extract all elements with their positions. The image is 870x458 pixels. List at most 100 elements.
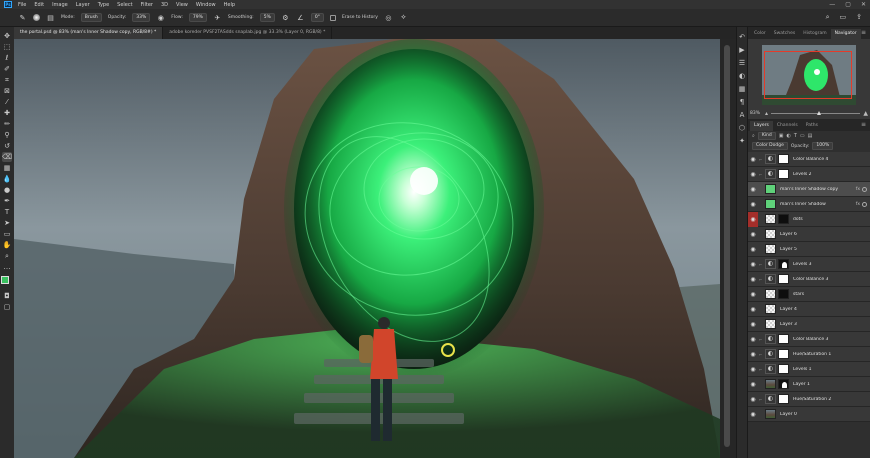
menu-layer[interactable]: Layer <box>76 2 90 8</box>
zoom-slider[interactable] <box>771 110 861 115</box>
search-icon[interactable]: ⌕ <box>826 13 830 22</box>
layer-row[interactable]: ◉ Layer 1 <box>748 377 870 392</box>
erase-to-history-checkbox[interactable] <box>329 14 336 21</box>
doc-tab-the-portal[interactable]: the portal.psd @ 83% (man's Inner Shadow… <box>14 27 164 39</box>
layer-name[interactable]: Hue/Saturation 1 <box>793 352 831 357</box>
pen-tool-icon[interactable]: ✒ <box>2 196 12 206</box>
history-brush-tool-icon[interactable]: ↺ <box>2 141 12 151</box>
frame-tool-icon[interactable]: ⊠ <box>2 86 12 96</box>
brush-preview-icon[interactable] <box>33 14 40 21</box>
pressure-opacity-icon[interactable]: ◉ <box>156 13 165 22</box>
layer-thumbnail[interactable] <box>765 379 776 389</box>
more-tools-icon[interactable]: … <box>2 262 12 272</box>
hand-tool-icon[interactable]: ✋ <box>2 240 12 250</box>
layer-mask-thumbnail[interactable] <box>778 289 789 299</box>
shape-tool-icon[interactable]: ▭ <box>2 229 12 239</box>
character-icon[interactable]: A <box>738 111 746 119</box>
opacity-input[interactable]: 33% <box>132 13 151 22</box>
zoom-tool-icon[interactable]: ⌕ <box>2 251 12 261</box>
styles-icon[interactable]: ⬡ <box>738 124 746 132</box>
layer-mask-thumbnail[interactable] <box>778 364 789 374</box>
adjustments-icon[interactable]: ◐ <box>738 72 746 80</box>
canvas-vertical-scrollbar[interactable] <box>720 39 736 458</box>
layer-mask-thumbnail[interactable] <box>778 379 789 389</box>
layer-row[interactable]: ◉ Layer 5 <box>748 242 870 257</box>
visibility-eye-icon[interactable]: ◉ <box>748 377 758 392</box>
layer-thumbnail[interactable] <box>765 244 776 254</box>
layer-thumbnail[interactable]: ◐ <box>765 169 776 179</box>
move-tool-icon[interactable]: ✥ <box>2 31 12 41</box>
layer-thumbnail[interactable]: ◐ <box>765 394 776 404</box>
lasso-tool-icon[interactable]: ℓ <box>2 53 12 63</box>
layer-effects-icon[interactable]: fx <box>856 187 860 192</box>
zoom-out-icon[interactable]: ▴ <box>765 110 768 117</box>
visibility-eye-icon[interactable]: ◉ <box>748 197 758 212</box>
foreground-color-swatch[interactable] <box>1 276 9 284</box>
quick-mask-icon[interactable]: ◘ <box>2 291 12 301</box>
layer-thumbnail[interactable]: ◐ <box>765 274 776 284</box>
layer-thumbnail[interactable] <box>765 304 776 314</box>
layer-name[interactable]: Color Balance 4 <box>793 157 828 162</box>
visibility-eye-icon[interactable]: ◉ <box>748 347 758 362</box>
menu-image[interactable]: Image <box>52 2 68 8</box>
layer-thumbnail[interactable] <box>765 319 776 329</box>
eyedropper-tool-icon[interactable]: ⁄ <box>2 97 12 107</box>
tab-color[interactable]: Color <box>750 29 770 39</box>
layer-row[interactable]: ◉ Layer 0 <box>748 407 870 422</box>
layer-effects-icon[interactable]: fx <box>856 202 860 207</box>
document-canvas[interactable] <box>14 39 720 458</box>
path-select-tool-icon[interactable]: ➤ <box>2 218 12 228</box>
menu-window[interactable]: Window <box>196 2 216 8</box>
actions-icon[interactable]: ▶ <box>738 46 746 54</box>
layer-name[interactable]: dots <box>793 217 803 222</box>
visibility-eye-icon[interactable]: ◉ <box>748 407 758 422</box>
layer-thumbnail[interactable] <box>765 214 776 224</box>
workspace-icon[interactable]: ▭ <box>840 13 847 22</box>
angle-input[interactable]: 0° <box>310 13 324 22</box>
layer-row[interactable]: ◉ stars <box>748 287 870 302</box>
filter-type-icon[interactable]: T <box>794 133 797 139</box>
healing-brush-tool-icon[interactable]: ✚ <box>2 108 12 118</box>
layer-name[interactable]: Levels 2 <box>793 172 812 177</box>
layer-row[interactable]: ◉ man's Inner Shadow copy fx <box>748 182 870 197</box>
layer-row[interactable]: ◉ ⌐ ◐ Color Balance 4 <box>748 152 870 167</box>
layer-mask-thumbnail[interactable] <box>778 154 789 164</box>
layer-opacity-input[interactable]: 100% <box>812 142 834 150</box>
layer-name[interactable]: Levels 3 <box>793 262 812 267</box>
visibility-eye-icon[interactable]: ◉ <box>748 167 758 182</box>
menu-help[interactable]: Help <box>224 2 235 8</box>
visibility-eye-icon[interactable]: ◉ <box>748 302 758 317</box>
layer-thumbnail[interactable] <box>765 409 776 419</box>
zoom-slider-handle[interactable] <box>817 110 822 115</box>
eraser-tool-preset-icon[interactable]: ✎ <box>18 13 27 22</box>
tab-paths[interactable]: Paths <box>802 121 822 131</box>
layer-mask-thumbnail[interactable] <box>778 274 789 284</box>
visibility-eye-icon[interactable]: ◉ <box>748 152 758 167</box>
layer-thumbnail[interactable]: ◐ <box>765 364 776 374</box>
visibility-eye-icon[interactable]: ◉ <box>748 227 758 242</box>
menu-select[interactable]: Select <box>117 2 132 8</box>
layer-row[interactable]: ◉ Layer 6 <box>748 227 870 242</box>
menu-edit[interactable]: Edit <box>34 2 44 8</box>
flow-input[interactable]: 79% <box>188 13 207 22</box>
layer-row[interactable]: ◉ ⌐ ◐ Color Balance 3 <box>748 332 870 347</box>
panel-menu-icon[interactable]: ≡ <box>861 29 866 36</box>
zoom-in-icon[interactable]: ▲ <box>863 110 868 117</box>
layer-row[interactable]: ◉ ⌐ ◐ Hue/Saturation 1 <box>748 347 870 362</box>
scrollbar-thumb[interactable] <box>724 45 730 447</box>
layer-row[interactable]: ◉ Layer 4 <box>748 302 870 317</box>
layer-row[interactable]: ◉ ⌐ ◐ Color Balance 3 <box>748 272 870 287</box>
visibility-eye-icon[interactable]: ◉ <box>748 257 758 272</box>
layer-name[interactable]: Layer 1 <box>793 382 810 387</box>
layer-style-badge-icon[interactable] <box>862 186 867 192</box>
color-swatches[interactable] <box>1 276 13 290</box>
layer-name[interactable]: Layer 4 <box>780 307 797 312</box>
layer-row[interactable]: ◉ ⌐ ◐ Levels 1 <box>748 362 870 377</box>
visibility-eye-icon[interactable]: ◉ <box>748 242 758 257</box>
layer-name[interactable]: Levels 1 <box>793 367 812 372</box>
menu-view[interactable]: View <box>176 2 188 8</box>
blend-mode-select[interactable]: Color Dodge <box>752 142 788 150</box>
mode-select[interactable]: Brush <box>80 13 102 22</box>
visibility-eye-icon[interactable]: ◉ <box>748 362 758 377</box>
visibility-eye-icon[interactable]: ◉ <box>748 317 758 332</box>
